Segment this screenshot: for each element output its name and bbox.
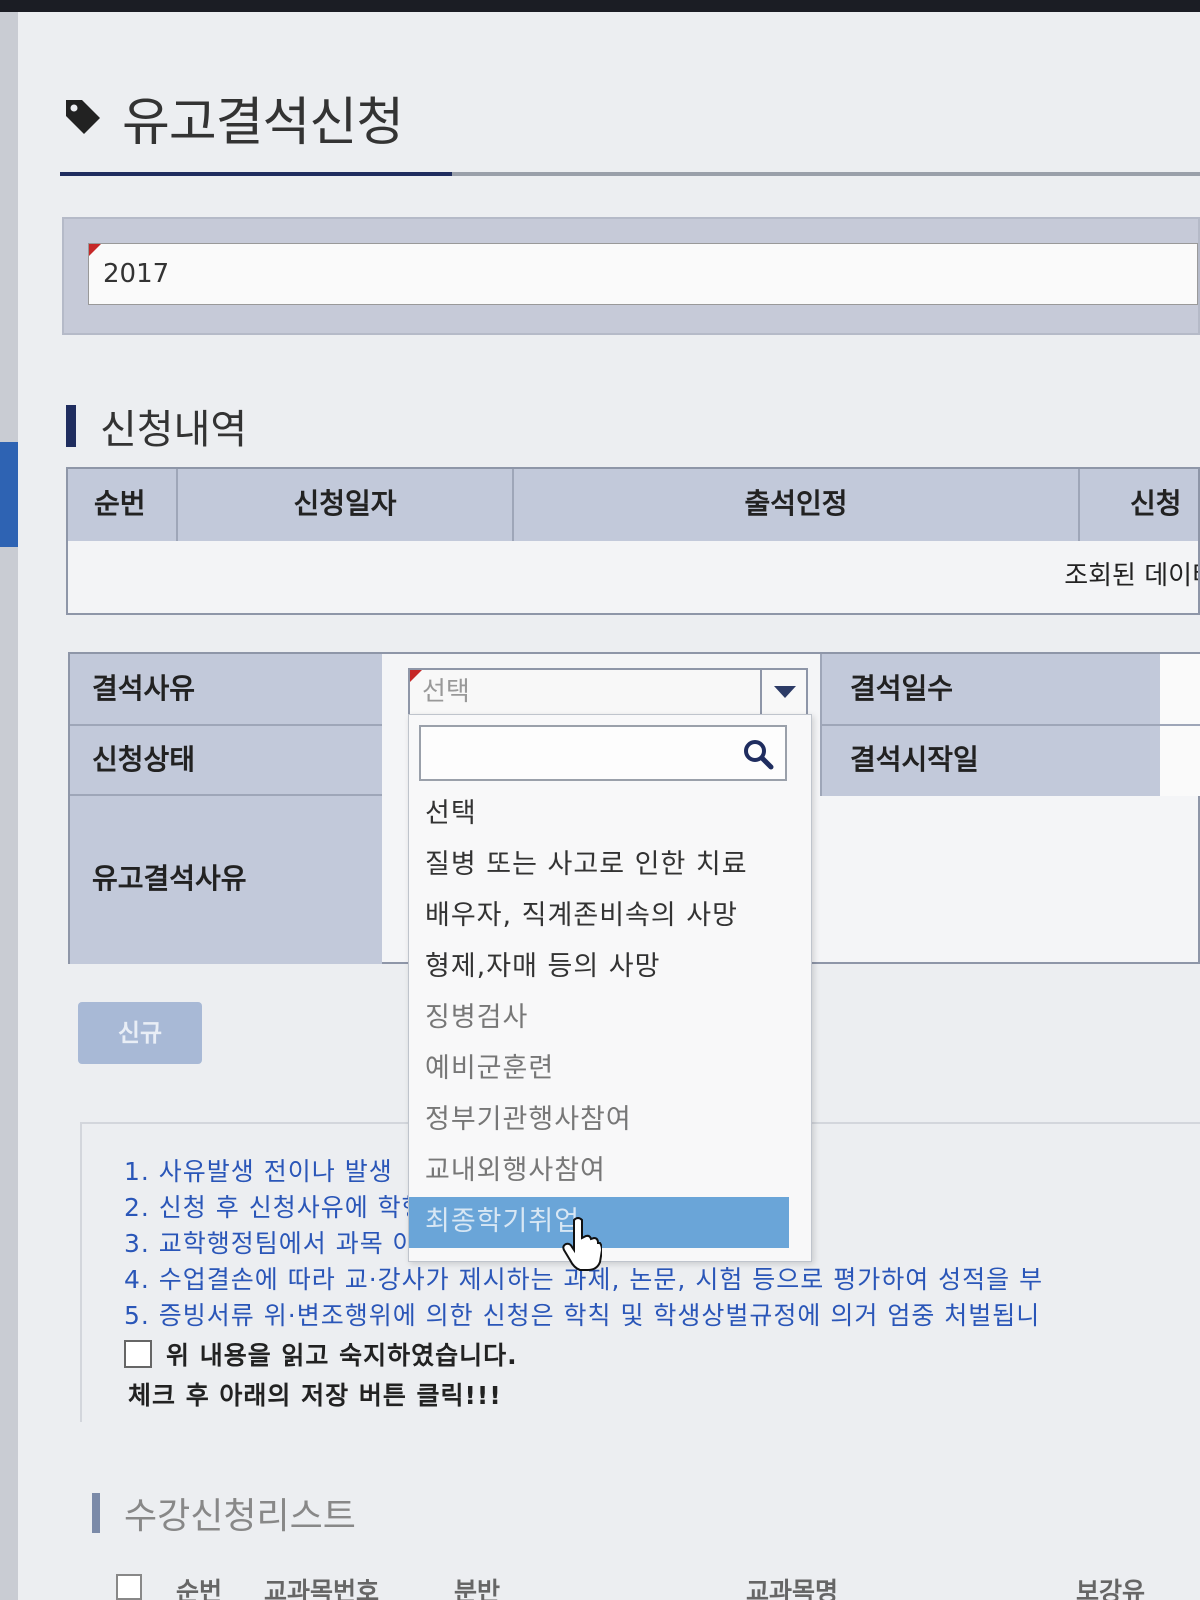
start-date-label: 결석시작일: [820, 726, 1160, 796]
year-value: 2017: [103, 259, 170, 289]
browser-screen: 유고결석신청 2017 신청내역 순번 신청일자 출석인정 신청 조회된 데이터…: [0, 12, 1200, 1600]
history-section-title: 신청내역: [100, 407, 248, 453]
agree-checkbox[interactable]: [124, 1340, 152, 1368]
reason-dropdown-panel: 선택 질병 또는 사고로 인한 치료 배우자, 직계존비속의 사망 형제,자매 …: [408, 714, 812, 1262]
course-column-seq[interactable]: 순번: [176, 1572, 222, 1600]
dropdown-option[interactable]: 형제,자매 등의 사망: [409, 942, 809, 993]
course-column-name[interactable]: 교과목명: [746, 1572, 838, 1600]
notice-line: 4. 수업결손에 따라 교·강사가 제시하는 과제, 논문, 시험 등으로 평가…: [124, 1265, 1044, 1294]
dropdown-option[interactable]: 정부기관행사참여: [409, 1095, 809, 1146]
column-header-date[interactable]: 신청일자: [178, 469, 514, 541]
column-header-status[interactable]: 신청: [1080, 469, 1198, 541]
history-empty-row: 조회된 데이터: [68, 541, 1198, 613]
agree-text: 위 내용을 읽고 숙지하였습니다.: [166, 1341, 518, 1370]
left-sidebar-edge: [0, 12, 18, 1600]
search-condition-box: 2017: [62, 217, 1200, 335]
course-column-code[interactable]: 교과목번호: [264, 1572, 379, 1600]
required-marker: [89, 244, 101, 256]
reason-label: 결석사유: [70, 654, 382, 726]
new-button[interactable]: 신규: [78, 1002, 202, 1064]
days-label: 결석일수: [820, 654, 1160, 726]
dropdown-option[interactable]: 선택: [409, 789, 809, 840]
tag-icon: [66, 100, 100, 134]
course-section-header: 수강신청리스트: [92, 1487, 356, 1539]
empty-message: 조회된 데이터: [1064, 561, 1198, 591]
search-icon[interactable]: [741, 737, 775, 771]
hand-cursor-icon: [562, 1217, 602, 1271]
reason-select[interactable]: 선택: [408, 668, 808, 716]
status-label: 신청상태: [70, 726, 382, 796]
days-field[interactable]: [1160, 654, 1200, 726]
notice-line: 5. 증빙서류 위·변조행위에 의한 신청은 학칙 및 학생상벌규정에 의거 엄…: [124, 1301, 1041, 1330]
dropdown-option[interactable]: 교내외행사참여: [409, 1146, 809, 1197]
year-select[interactable]: 2017: [88, 243, 1198, 305]
required-marker: [410, 670, 422, 682]
history-table: 순번 신청일자 출석인정 신청 조회된 데이터: [66, 467, 1200, 615]
course-column-section[interactable]: 분반: [454, 1572, 500, 1600]
column-header-seq[interactable]: 순번: [68, 469, 178, 541]
history-section-header: 신청내역: [66, 397, 247, 455]
page-title: 유고결석신청: [122, 92, 404, 153]
detail-label: 유고결석사유: [70, 796, 382, 964]
column-header-attendance[interactable]: 출석인정: [514, 469, 1080, 541]
title-divider: [60, 172, 1200, 176]
course-section-title: 수강신청리스트: [124, 1496, 356, 1537]
history-table-header: 순번 신청일자 출석인정 신청: [68, 469, 1198, 541]
dropdown-search-input[interactable]: [419, 725, 787, 781]
save-hint: 체크 후 아래의 저장 버튼 클릭!!!: [128, 1381, 502, 1410]
dropdown-options: 선택 질병 또는 사고로 인한 치료 배우자, 직계존비속의 사망 형제,자매 …: [409, 789, 809, 1248]
dropdown-option[interactable]: 배우자, 직계존비속의 사망: [409, 891, 809, 942]
page-header: 유고결석신청: [62, 82, 404, 153]
dropdown-arrow-icon[interactable]: [760, 670, 806, 714]
select-all-checkbox[interactable]: [116, 1574, 142, 1600]
dropdown-option[interactable]: 예비군훈련: [409, 1044, 809, 1095]
course-column-makeup[interactable]: 보강유: [1076, 1572, 1145, 1600]
reason-select-value: 선택: [422, 677, 470, 707]
start-date-field[interactable]: [1160, 726, 1200, 796]
dropdown-option[interactable]: 질병 또는 사고로 인한 치료: [409, 840, 809, 891]
course-table-header: 순번 교과목번호 분반 교과목명 보강유: [116, 1572, 1200, 1600]
agree-row: 위 내용을 읽고 숙지하였습니다.: [124, 1336, 518, 1372]
dropdown-option[interactable]: 징병검사: [409, 993, 809, 1044]
